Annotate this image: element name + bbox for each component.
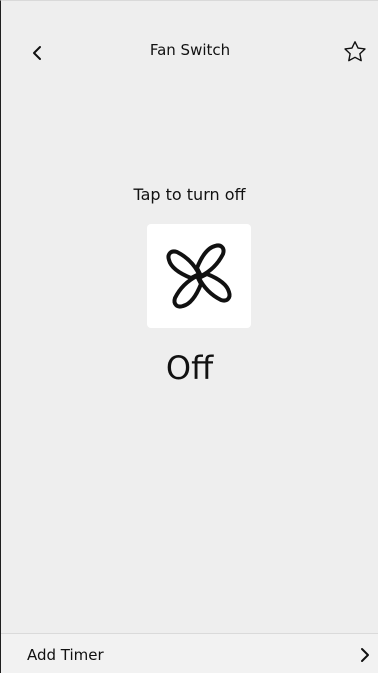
fan-toggle-button[interactable]	[147, 224, 251, 328]
tap-hint: Tap to turn off	[133, 185, 246, 204]
chevron-right-icon	[356, 645, 374, 665]
add-timer-label: Add Timer	[27, 646, 104, 664]
add-timer-row[interactable]: Add Timer	[1, 633, 378, 673]
star-outline-icon	[344, 41, 366, 62]
fan-state-label: Off	[165, 349, 214, 387]
fan-icon	[166, 243, 232, 309]
top-bar: Fan Switch	[1, 1, 378, 89]
app-screen: Fan Switch Tap to turn off Off Add Timer	[0, 0, 378, 673]
page-title: Fan Switch	[149, 41, 231, 59]
favorite-button[interactable]	[341, 38, 369, 66]
